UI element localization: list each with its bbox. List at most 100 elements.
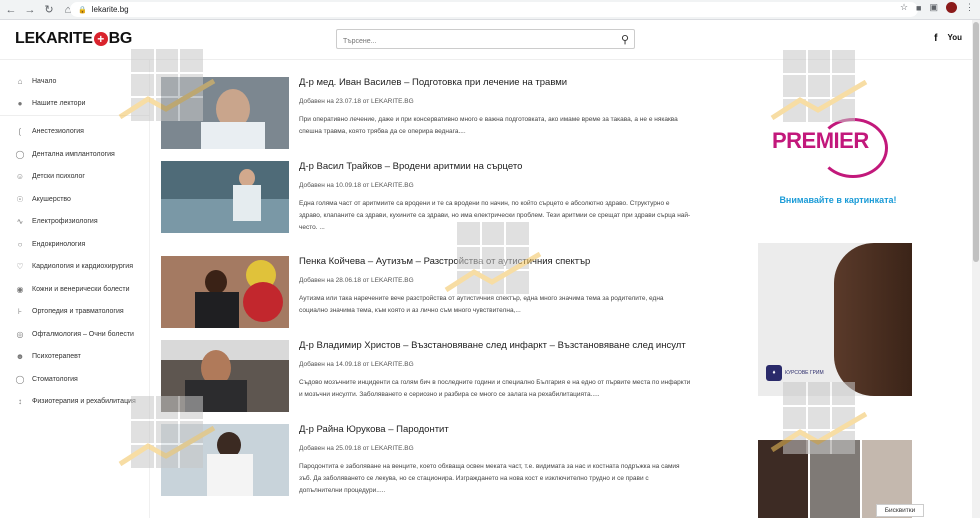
post-thumbnail[interactable] [161,424,289,496]
sidebar-item-lecturers[interactable]: ● Нашите лектори [15,98,86,108]
sidebar-item-label: Кардиология и кардиохирургия [32,262,133,270]
pregnancy-icon: ☉ [16,194,24,204]
sidebar-item-label: Дентална имплантология [32,150,115,158]
post-meta: Добавен на 10.09.18 от LEKARITE.BG [299,182,414,189]
heart-icon: ♡ [16,261,24,271]
lock-icon: 🔒 [78,6,87,14]
post-item[interactable]: Д-р Васил Трайков – Вродени аритмии на с… [161,161,691,237]
makeup-course-ad[interactable]: ♦ КУРСОВЕ ГРИМ [758,243,912,396]
home-icon: ⌂ [17,76,23,86]
shield-logo-icon: ♦ [766,365,782,381]
sidebar-item-label: Офталмология – Очни болести [32,330,134,338]
sidebar-item-label: Анестезиология [32,127,84,135]
medical-cross-icon: + [93,32,108,46]
forward-icon[interactable]: → [22,2,38,18]
post-meta: Добавен на 23.07.18 от LEKARITE.BG [299,98,414,105]
search-input[interactable] [337,32,597,51]
sidebar-item-electrophysiology[interactable]: ∿ Електрофизиология [15,216,98,226]
sidebar-item-label: Начало [32,77,57,85]
model-photo [834,243,912,396]
users-icon: ● [17,98,23,108]
site-logo[interactable]: LEKARITE + BG [15,30,132,48]
post-item[interactable]: Д-р Райна Юрукова – Пародонтит Добавен н… [161,424,691,500]
dental-icon: ◯ [15,374,25,384]
post-title[interactable]: Д-р мед. Иван Василев – Подготовка при л… [299,77,699,88]
post-title[interactable]: Пенка Койчева – Аутизъм – Разстройства о… [299,256,699,267]
premier-ad[interactable]: PREMIER Внимавайте в картинката! [758,110,918,220]
address-bar[interactable]: 🔒 lekarite.bg [70,2,918,17]
head-icon: ☻ [15,351,25,361]
pulse-icon: ∿ [16,216,24,226]
pocket-icon[interactable]: ▣ [929,2,938,13]
sidebar-item-ophthalmology[interactable]: ◎ Офталмология – Очни болести [15,329,134,339]
eye-icon: ◎ [16,329,24,339]
premier-tagline: Внимавайте в картинката! [779,195,897,205]
sidebar-divider [0,115,150,116]
sidebar-item-home[interactable]: ⌂ Начало [15,76,57,86]
gallery-photo [758,440,808,518]
post-title[interactable]: Д-р Райна Юрукова – Пародонтит [299,424,699,435]
sidebar-item-label: Стоматология [32,375,78,383]
post-thumbnail[interactable] [161,77,289,149]
post-item[interactable]: Пенка Койчева – Аутизъм – Разстройства о… [161,256,691,332]
post-meta: Добавен на 14.09.18 от LEKARITE.BG [299,361,414,368]
post-thumbnail[interactable] [161,161,289,233]
child-icon: ☺ [15,171,25,181]
sidebar-item-label: Детски психолог [32,172,85,180]
logo-text-left: LEKARITE [15,30,93,47]
back-icon[interactable]: ← [3,2,19,18]
syringe-icon: ❲ [16,126,24,136]
sidebar-item-psychotherapist[interactable]: ☻ Психотерапевт [15,351,81,361]
reload-icon[interactable]: ↻ [41,2,57,18]
post-excerpt: Пародонтита е заболяване на венците, кое… [299,463,680,494]
youtube-icon[interactable]: You [947,33,962,44]
post-item[interactable]: Д-р мед. Иван Василев – Подготовка при л… [161,77,691,153]
skin-icon: ◉ [16,284,24,294]
social-links: f You [934,33,962,44]
gallery-photo [810,440,860,518]
sidebar-item-label: Ортопедия и травматология [32,307,124,315]
post-title[interactable]: Д-р Владимир Христов – Възстановяване сл… [299,340,699,351]
gland-icon: ○ [17,239,23,249]
extension-icon[interactable]: ■ [916,3,921,13]
sidebar-item-child-psychologist[interactable]: ☺ Детски психолог [15,171,85,181]
logo-text-right: BG [108,30,133,47]
sidebar-item-label: Ендокринология [32,240,86,248]
post-title[interactable]: Д-р Васил Трайков – Вродени аритмии на с… [299,161,699,172]
sidebar-item-dermatology[interactable]: ◉ Кожни и венерически болести [15,284,130,294]
post-excerpt: Съдово мозъчните инциденти са голям бич … [299,379,691,398]
sidebar-item-orthopedics[interactable]: ⊦ Ортопедия и травматология [15,306,124,316]
star-icon[interactable]: ☆ [900,2,908,13]
badge-text: КУРСОВЕ ГРИМ [785,370,824,376]
search-icon[interactable]: ⚲ [621,33,629,46]
post-thumbnail[interactable] [161,256,289,328]
sidebar-item-dentistry[interactable]: ◯ Стоматология [15,374,78,384]
post-item[interactable]: Д-р Владимир Христов – Възстановяване сл… [161,340,691,416]
sidebar-item-obstetrics[interactable]: ☉ Акушерство [15,194,71,204]
course-badge: ♦ КУРСОВЕ ГРИМ [766,365,824,381]
facebook-icon[interactable]: f [934,33,937,44]
sidebar-item-dental-implantology[interactable]: ◯ Дентална имплантология [15,149,115,159]
sidebar-item-endocrinology[interactable]: ○ Ендокринология [15,239,86,249]
scrollbar-thumb[interactable] [973,22,979,262]
sidebar-item-label: Кожни и венерически болести [32,285,130,293]
search-box: ⚲ [336,29,635,51]
post-thumbnail[interactable] [161,340,289,412]
browser-toolbar: ← → ↻ ⌂ 🔒 lekarite.bg ☆ ■ ▣ ⋮ [0,0,980,20]
sidebar: ⌂ Начало ● Нашите лектори ❲ Анестезиологи… [0,60,150,518]
physio-icon: ↕ [18,396,22,406]
post-excerpt: Аутизма или така наречените вече разстро… [299,295,664,314]
sidebar-item-physiotherapy[interactable]: ↕ Физиотерапия и рехабилитация [15,396,136,406]
cookies-button[interactable]: Бисквитки [876,504,924,517]
page-scrollbar[interactable] [972,20,980,518]
sidebar-item-cardiology[interactable]: ♡ Кардиология и кардиохирургия [15,261,133,271]
menu-dots-icon[interactable]: ⋮ [965,2,974,13]
post-meta: Добавен на 25.09.18 от LEKARITE.BG [299,445,414,452]
profile-avatar[interactable] [946,2,957,13]
sidebar-item-label: Нашите лектори [32,99,86,107]
premier-logo: PREMIER [772,128,869,153]
sidebar-item-anesthesiology[interactable]: ❲ Анестезиология [15,126,84,136]
post-excerpt: Една голяма част от аритмиите са вродени… [299,200,691,231]
sidebar-item-label: Акушерство [32,195,71,203]
url-text: lekarite.bg [91,5,129,14]
